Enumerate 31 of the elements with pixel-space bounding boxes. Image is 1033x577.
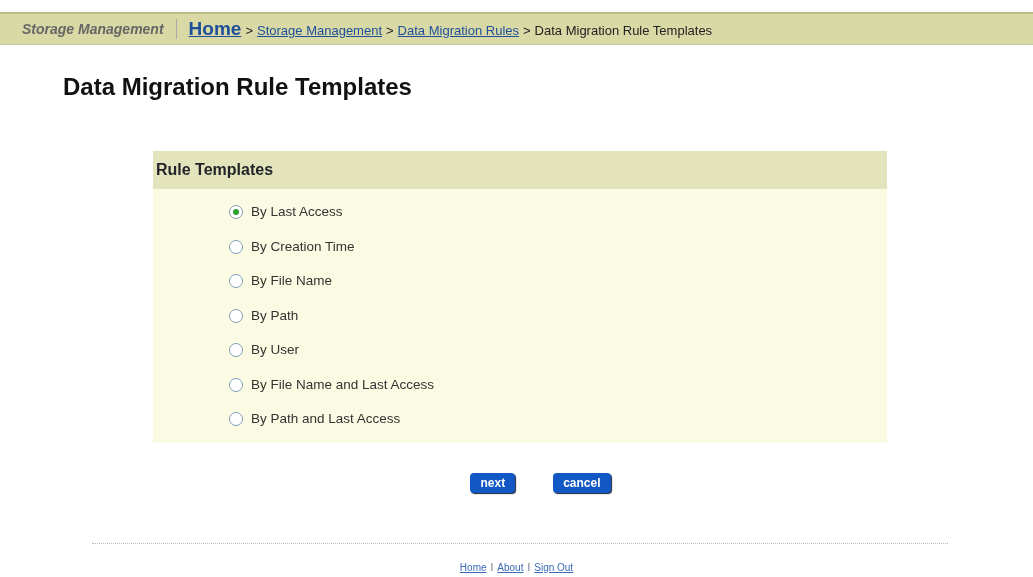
option-label: By Path and Last Access xyxy=(251,410,401,429)
panel-title: Rule Templates xyxy=(156,160,274,180)
option-label: By Creation Time xyxy=(251,237,355,256)
breadcrumb-link[interactable]: Data Migration Rules xyxy=(397,20,519,41)
home-link[interactable]: Home xyxy=(188,14,242,44)
radio-button[interactable] xyxy=(229,205,243,220)
radio-button[interactable] xyxy=(229,239,243,254)
page-title: Data Migration Rule Templates xyxy=(63,72,413,102)
radio-button[interactable] xyxy=(229,274,243,289)
breadcrumb-separator: > xyxy=(386,21,394,40)
option-label: By File Name xyxy=(251,272,333,291)
footer-link[interactable]: About xyxy=(497,559,524,575)
option-label: By Last Access xyxy=(251,203,343,222)
footer-separator: I xyxy=(490,560,494,575)
breadcrumb-link[interactable]: Storage Management xyxy=(257,20,382,41)
radio-button[interactable] xyxy=(229,343,243,358)
option-label: By File Name and Last Access xyxy=(251,375,435,394)
option-label: By Path xyxy=(251,306,299,325)
radio-button[interactable] xyxy=(229,308,243,323)
option-label: By User xyxy=(251,341,299,360)
breadcrumb-current: Data Migration Rule Templates xyxy=(534,21,713,40)
footer-link[interactable]: Sign Out xyxy=(534,559,574,575)
cancel-button[interactable]: cancel xyxy=(553,472,611,493)
breadcrumb-separator: > xyxy=(523,21,531,40)
footer-link[interactable]: Home xyxy=(459,559,487,575)
app-title: Storage Management xyxy=(22,19,164,39)
radio-button[interactable] xyxy=(229,377,243,392)
footer-separator: I xyxy=(527,560,531,575)
next-button[interactable]: next xyxy=(470,472,516,493)
breadcrumb-separator: > xyxy=(245,21,253,40)
radio-button[interactable] xyxy=(229,412,243,427)
